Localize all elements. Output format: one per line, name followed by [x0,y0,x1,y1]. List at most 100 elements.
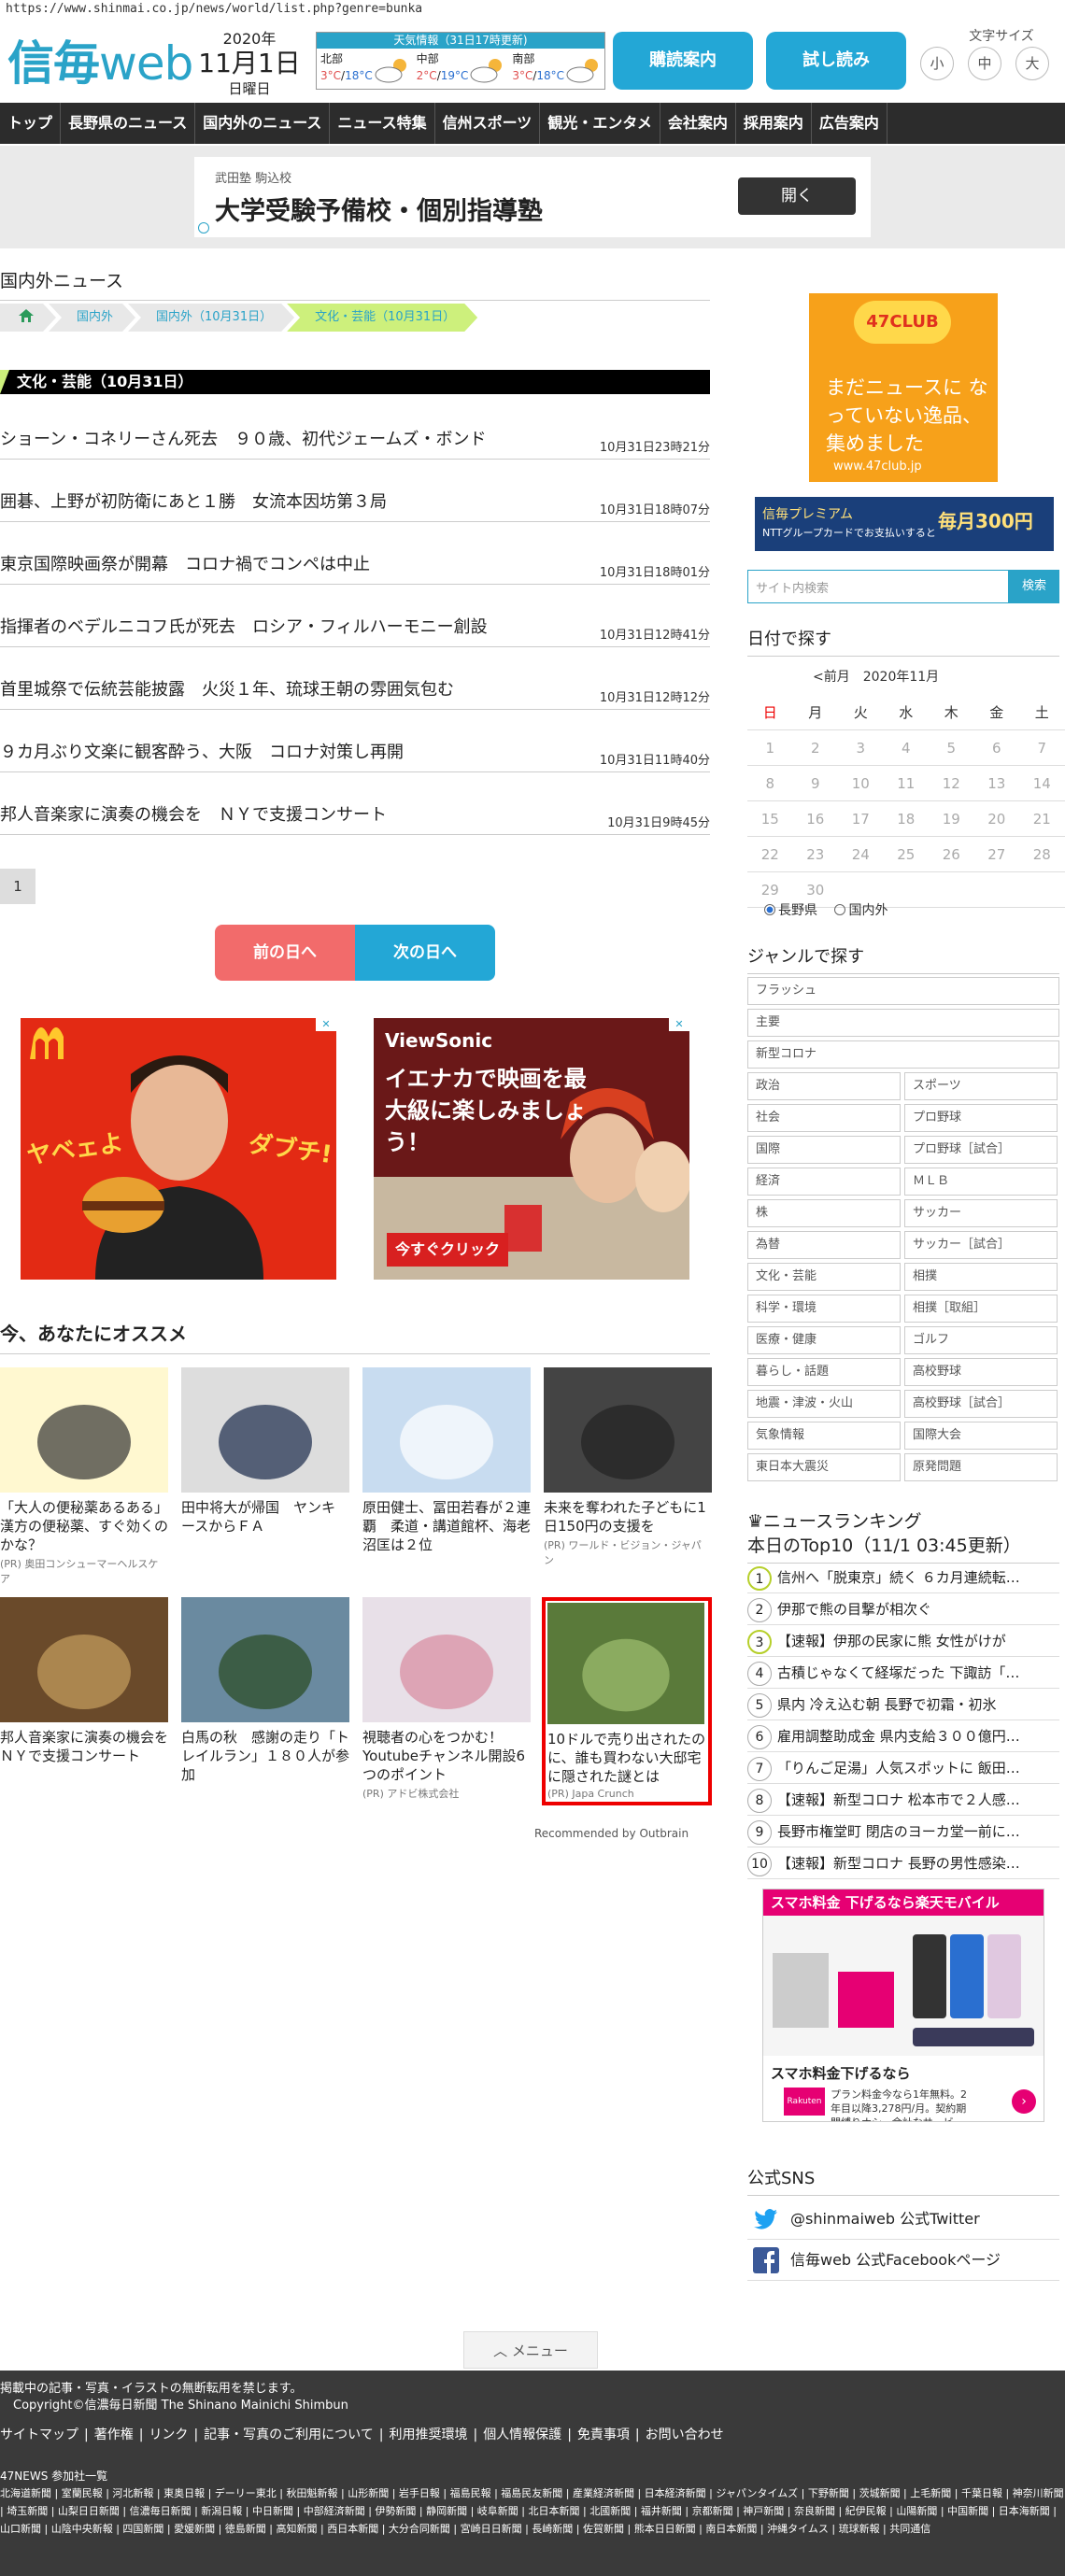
recommend-card-image[interactable] [0,1597,168,1722]
menu-toggle-button[interactable]: ︿ メニュー [463,2331,598,2369]
site-logo[interactable]: 信毎web [7,26,193,93]
genre-button[interactable]: プロ野球［試合］ [904,1136,1058,1164]
recommend-card[interactable]: 「大人の便秘薬あるある」漢方の便秘薬、すぐ効くのかな？ (PR) 奥田コンシューマ… [0,1367,168,1586]
news-item[interactable]: 東京国際映画祭が開幕 コロナ禍でコンペは中止 10月31日18時01分 [0,547,710,585]
nav-item[interactable]: 国内外のニュース [195,103,331,144]
news-title[interactable]: 邦人音楽家に演奏の機会を ＮＹで支援コンサート [0,801,387,826]
prev-day-button[interactable]: 前の日へ [215,925,355,981]
news-title[interactable]: 指揮者のベデルニコフ氏が死去 ロシア・フィルハーモニー創設 [0,614,488,638]
genre-button[interactable]: 国際大会 [904,1422,1058,1450]
radio-world[interactable] [834,904,846,915]
footer-link[interactable]: 著作権 [94,2427,134,2442]
news-title[interactable]: ショーン・コネリーさん死去 ９０歳、初代ジェームズ・ボンド [0,426,487,450]
genre-button[interactable]: 科学・環境 [747,1295,901,1323]
next-day-button[interactable]: 次の日へ [355,925,495,981]
genre-button[interactable]: スポーツ [904,1072,1058,1100]
genre-button[interactable]: 政治 [747,1072,901,1100]
genre-button[interactable]: 医療・健康 [747,1326,901,1354]
ad-close-icon[interactable]: ✕ [669,1018,689,1031]
news-item[interactable]: 指揮者のベデルニコフ氏が死去 ロシア・フィルハーモニー創設 10月31日12時41… [0,610,710,647]
calendar-day[interactable]: 21 [1019,801,1065,836]
calendar-day[interactable]: 11 [884,766,930,800]
recommend-card-image[interactable] [181,1597,349,1722]
calendar-day[interactable]: 26 [929,837,974,871]
ranking-title-text[interactable]: 【速報】伊那の民家に熊 女性がけが [777,1633,1006,1649]
ranking-title-text[interactable]: 古積じゃなくて経塚だった 下諏訪「… [777,1664,1019,1681]
news-item[interactable]: 首里城祭で伝統芸能披露 火災１年、琉球王朝の雰囲気包む 10月31日12時12分 [0,672,710,710]
calendar-prev-link[interactable]: <前月 [813,670,850,685]
calendar-day[interactable]: 25 [884,837,930,871]
genre-button[interactable]: 原発問題 [904,1453,1058,1481]
ranking-title-text[interactable]: 【速報】新型コロナ 長野の男性感染… [777,1855,1020,1872]
genre-button[interactable]: 株 [747,1199,901,1227]
calendar-day[interactable]: 24 [838,837,884,871]
recommend-card[interactable]: 視聴者の心をつかむ！Youtubeチャンネル開設6つのポイント (PR) アドビ株… [362,1597,531,1801]
genre-button[interactable]: 新型コロナ [747,1040,1059,1069]
ranking-item[interactable]: 1 信州へ「脱東京」続く ６カ月連続転… [747,1562,1059,1593]
mcdonalds-ad[interactable]: ヤベェよ ダブチ! ✕ [21,1018,336,1280]
font-size-large-button[interactable]: 大 [1015,47,1049,80]
recommend-card-image[interactable] [181,1367,349,1493]
nav-item[interactable]: 会社案内 [660,103,736,144]
font-size-small-button[interactable]: 小 [920,47,954,80]
genre-button[interactable]: 経済 [747,1168,901,1196]
genre-button[interactable]: 為替 [747,1231,901,1259]
genre-button[interactable]: 文化・芸能 [747,1263,901,1291]
genre-button[interactable]: プロ野球 [904,1104,1058,1132]
adchoices-icon[interactable] [198,222,209,234]
ranking-item[interactable]: 2 伊那で熊の目撃が相次ぐ [747,1593,1059,1625]
news-title[interactable]: 首里城祭で伝統芸能披露 火災１年、琉球王朝の雰囲気包む [0,676,454,701]
ranking-title-text[interactable]: 長野市権堂町 閉店のヨーカ堂一前に… [777,1823,1020,1840]
calendar-day[interactable]: 22 [747,837,793,871]
ranking-title-text[interactable]: 信州へ「脱東京」続く ６カ月連続転… [777,1569,1020,1586]
ranking-item[interactable]: 10 【速報】新型コロナ 長野の男性感染… [747,1847,1059,1879]
breadcrumb-item[interactable]: 国内外 [49,304,135,332]
ranking-title-text[interactable]: 伊那で熊の目撃が相次ぐ [777,1601,931,1618]
recommend-card-image[interactable] [544,1367,712,1493]
genre-button[interactable]: 東日本大震災 [747,1453,901,1481]
genre-button[interactable]: フラッシュ [747,977,1059,1005]
calendar-day[interactable]: 3 [838,730,884,765]
nav-item[interactable]: 信州スポーツ [435,103,541,144]
ranking-title-text[interactable]: 【速報】新型コロナ 松本市で２人感… [777,1791,1020,1808]
recommend-card-image[interactable] [362,1367,531,1493]
ranking-title-text[interactable]: 雇用調整助成金 県内支給３００億円… [777,1728,1020,1745]
twitter-link[interactable]: @shinmaiweb 公式Twitter [747,2199,1059,2240]
news-title[interactable]: 囲碁、上野が初防衛にあと１勝 女流本因坊第３局 [0,488,387,513]
ranking-item[interactable]: 4 古積じゃなくて経塚だった 下諏訪「… [747,1657,1059,1689]
nav-item[interactable]: トップ [0,103,62,144]
calendar-day[interactable]: 19 [929,801,974,836]
recommend-card[interactable]: 10ドルで売り出されたのに、誰も買わない大邸宅に隠された謎とは (PR) Japa… [542,1597,712,1805]
recommend-card[interactable]: 原田健士、冨田若春が２連覇 柔道・講道館杯、海老沼匡は２位 [362,1367,531,1554]
genre-button[interactable]: 国際 [747,1136,901,1164]
outbrain-credit[interactable]: Recommended by Outbrain [534,1827,689,1840]
footer-link[interactable]: 個人情報保護 [483,2427,561,2442]
footer-link[interactable]: 利用推奨環境 [389,2427,467,2442]
calendar-day[interactable]: 6 [974,730,1020,765]
ranking-title-text[interactable]: 「りんご足湯」人気スポットに 飯田… [777,1760,1020,1776]
calendar-day[interactable]: 13 [974,766,1020,800]
calendar-day[interactable]: 17 [838,801,884,836]
recommend-card-caption[interactable]: 田中将大が帰国 ヤンキースからＦＡ [181,1498,349,1536]
footer-papers-list[interactable]: 北海道新聞 | 室蘭民報 | 河北新報 | 東奥日報 | デーリー東北 | 秋田… [0,2484,1065,2538]
news-title[interactable]: 東京国際映画祭が開幕 コロナ禍でコンペは中止 [0,551,370,575]
calendar-day[interactable]: 14 [1019,766,1065,800]
calendar-day[interactable]: 18 [884,801,930,836]
ad-close-icon[interactable]: ✕ [316,1018,336,1031]
calendar-day[interactable]: 9 [793,766,839,800]
calendar-day[interactable]: 15 [747,801,793,836]
genre-button[interactable]: 高校野球 [904,1358,1058,1386]
genre-button[interactable]: サッカー［試合］ [904,1231,1058,1259]
recommend-card-image[interactable] [362,1597,531,1722]
genre-button[interactable]: ゴルフ [904,1326,1058,1354]
search-button[interactable]: 検索 [1009,570,1059,603]
genre-button[interactable]: 社会 [747,1104,901,1132]
footer-link[interactable]: 記事・写真のご利用について [204,2427,374,2442]
page-number[interactable]: 1 [0,869,36,904]
recommend-card-caption[interactable]: 10ドルで売り出されたのに、誰も買わない大邸宅に隠された謎とは [547,1730,706,1786]
radio-nagano[interactable] [764,904,775,915]
font-size-medium-button[interactable]: 中 [968,47,1001,80]
footer-link[interactable]: サイトマップ [0,2427,78,2442]
breadcrumb-item[interactable]: 国内外（10月31日） [128,304,294,332]
calendar-day[interactable]: 16 [793,801,839,836]
